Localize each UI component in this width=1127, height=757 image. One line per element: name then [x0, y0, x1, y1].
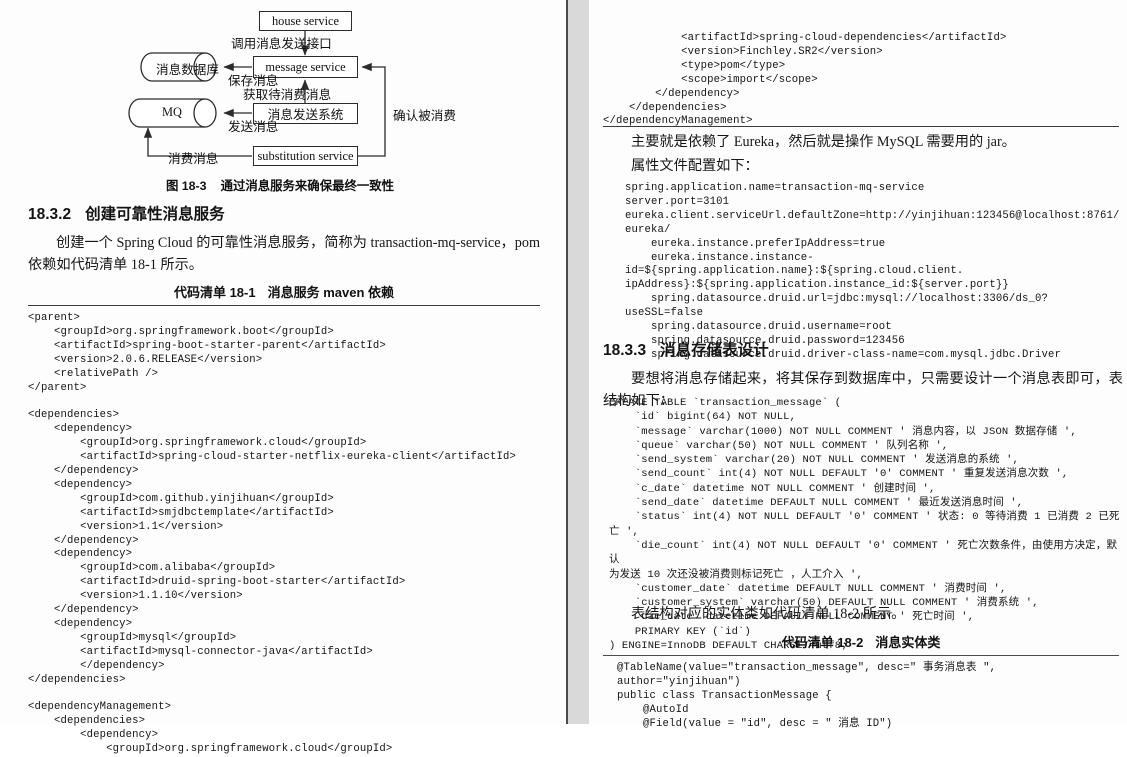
listing-18-2-code: @TableName(value="transaction_message", … [617, 662, 997, 730]
figure-caption-text: 通过消息服务来确保最终一致性 [220, 179, 395, 193]
listing-18-1-number: 代码清单 18-1 [173, 285, 256, 300]
right-column: <artifactId>spring-cloud-dependencies</a… [589, 0, 1127, 730]
listing-18-1-title: 消息服务 maven 依赖 [267, 285, 395, 300]
right-paragraph-entity: 表结构对应的实体类如代码清单 18-2 所示。 [631, 606, 906, 622]
listing-18-1-caption: 代码清单 18-1 消息服务 maven 依赖 [28, 282, 540, 301]
edge-label-call-send-api: 调用消息发送接口 [231, 37, 332, 51]
section-18-3-2: 18.3.2 创建可靠性消息服务 [28, 202, 538, 224]
properties-code-block: spring.application.name=transaction-mq-s… [625, 182, 1120, 361]
listing-18-2-caption: 代码清单 18-2 消息实体类 [603, 632, 1119, 651]
listing-18-2-rule [603, 655, 1119, 656]
node-house-service: house service [259, 11, 352, 31]
node-mq-label: MQ [162, 105, 182, 119]
figure-caption-number: 图 18-3 [165, 179, 207, 193]
edge-label-fetch-pending: 获取待消费消息 [243, 88, 332, 102]
listing-18-1-code-continued: <artifactId>spring-cloud-dependencies</a… [603, 32, 1007, 128]
section-18-3-2-title: 创建可靠性消息服务 [85, 206, 225, 223]
node-sender-system-label: 消息发送系统 [267, 108, 344, 122]
node-message-db-label: 消息数据库 [156, 63, 219, 77]
right-paragraph-properties-intro: 属性文件配置如下： [631, 158, 759, 174]
document-page: house service message service 消息发送系统 sub… [0, 0, 1127, 755]
figure-caption: 图 18-3 通过消息服务来确保最终一致性 [60, 176, 500, 194]
listing-18-1-rule [28, 305, 540, 306]
edge-label-consume-message: 消费消息 [168, 152, 219, 166]
section-18-3-3-title: 消息存储表设计 [660, 342, 769, 359]
listing-18-1: 代码清单 18-1 消息服务 maven 依赖 <parent> <groupId… [28, 282, 540, 757]
left-column: house service message service 消息发送系统 sub… [0, 0, 566, 755]
node-substitution-service-label: substitution service [257, 148, 354, 163]
section-18-3-2-heading: 18.3.2 创建可靠性消息服务 [28, 202, 538, 224]
edge-label-confirm-consumed: 确认被消费 [393, 109, 456, 123]
edge-label-send-message: 发送消息 [228, 120, 279, 134]
left-paragraph: 创建一个 Spring Cloud 的可靠性消息服务，简称为 transacti… [28, 235, 540, 273]
listing-18-2-number: 代码清单 18-2 [781, 635, 864, 650]
section-18-3-3-number: 18.3.3 [603, 342, 647, 359]
listing-18-1-end-rule [603, 126, 1119, 127]
column-divider [566, 0, 591, 724]
figure-18-3: house service message service 消息发送系统 sub… [0, 0, 566, 196]
node-substitution-service: substitution service [253, 146, 358, 166]
right-paragraph-dependencies: 主要就是依赖了 Eureka，然后就是操作 MySQL 需要用的 jar。 [631, 134, 1016, 150]
listing-18-2-title: 消息实体类 [875, 635, 941, 650]
section-18-3-3-heading: 18.3.3 消息存储表设计 [603, 338, 1119, 360]
listing-18-1-code: <parent> <groupId>org.springframework.bo… [28, 312, 517, 756]
section-18-3-3: 18.3.3 消息存储表设计 [603, 338, 1119, 360]
node-house-service-label: house service [271, 13, 340, 28]
section-18-3-2-number: 18.3.2 [28, 206, 72, 223]
listing-18-2: 代码清单 18-2 消息实体类 @TableName(value="transac… [603, 632, 1119, 732]
